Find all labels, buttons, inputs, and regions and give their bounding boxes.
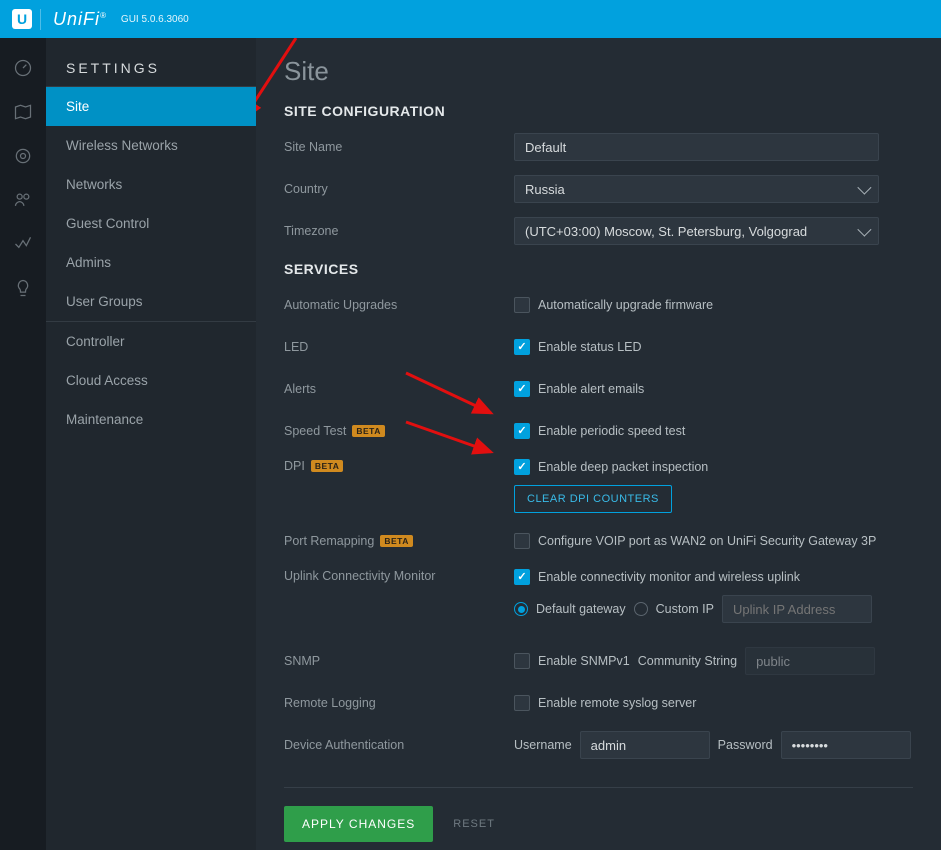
logo-icon: U [12,9,32,29]
radio-custom-ip[interactable] [634,602,648,616]
label-country: Country [284,182,514,196]
sidebar-item-guest[interactable]: Guest Control [46,204,256,243]
clients-icon[interactable] [13,190,33,210]
opt-snmp: Enable SNMPv1 [538,654,630,668]
label-alerts: Alerts [284,382,514,396]
badge-beta: BETA [380,535,413,547]
label-site-name: Site Name [284,140,514,154]
country-select[interactable]: Russia [514,175,879,203]
main-content: Site SITE CONFIGURATION Site Name Countr… [256,38,941,850]
label-timezone: Timezone [284,224,514,238]
timezone-select[interactable]: (UTC+03:00) Moscow, St. Petersburg, Volg… [514,217,879,245]
opt-auto-upgrade: Automatically upgrade firmware [538,298,713,312]
sidebar-item-maintenance[interactable]: Maintenance [46,400,256,439]
checkbox-dpi[interactable] [514,459,530,475]
apply-changes-button[interactable]: APPLY CHANGES [284,806,433,842]
opt-led: Enable status LED [538,340,642,354]
opt-alerts: Enable alert emails [538,382,644,396]
opt-port-remap: Configure VOIP port as WAN2 on UniFi Sec… [538,534,876,548]
label-snmp: SNMP [284,654,514,668]
topbar: U UniFi® GUI 5.0.6.3060 [0,0,941,38]
reset-button[interactable]: RESET [453,818,495,830]
badge-beta: BETA [311,460,344,472]
sidebar-item-wireless[interactable]: Wireless Networks [46,126,256,165]
checkbox-snmp[interactable] [514,653,530,669]
gui-version: GUI 5.0.6.3060 [121,14,189,25]
section-site-config: SITE CONFIGURATION [284,103,913,119]
label-led: LED [284,340,514,354]
label-uplink: Uplink Connectivity Monitor [284,569,514,583]
dashboard-icon[interactable] [13,58,33,78]
checkbox-led[interactable] [514,339,530,355]
sidebar-item-cloud[interactable]: Cloud Access [46,361,256,400]
section-services: SERVICES [284,261,913,277]
stats-icon[interactable] [13,234,33,254]
password-input[interactable] [781,731,911,759]
settings-sidebar: SETTINGS Site Wireless Networks Networks… [46,38,256,850]
sidebar-item-site[interactable]: Site [46,87,256,126]
label-remote-logging: Remote Logging [284,696,514,710]
page-title: Site [284,56,913,87]
checkbox-alerts[interactable] [514,381,530,397]
label-username: Username [514,738,572,752]
opt-custom-ip: Custom IP [656,602,714,616]
uplink-ip-input[interactable] [722,595,872,623]
label-auto-upgrade: Automatic Upgrades [284,298,514,312]
opt-dpi: Enable deep packet inspection [538,460,708,474]
label-device-auth: Device Authentication [284,738,514,752]
chevron-down-icon [857,181,871,195]
chevron-down-icon [857,223,871,237]
username-input[interactable] [580,731,710,759]
label-password: Password [718,738,773,752]
site-name-input[interactable] [514,133,879,161]
map-icon[interactable] [13,102,33,122]
checkbox-port-remap[interactable] [514,533,530,549]
label-dpi: DPIBETA [284,459,514,473]
label-port-remap: Port RemappingBETA [284,534,514,548]
brand-text: UniFi® [40,9,107,30]
sidebar-item-networks[interactable]: Networks [46,165,256,204]
checkbox-speedtest[interactable] [514,423,530,439]
clear-dpi-button[interactable]: CLEAR DPI COUNTERS [514,485,672,513]
opt-default-gw: Default gateway [536,602,626,616]
opt-speedtest: Enable periodic speed test [538,424,685,438]
sidebar-item-admins[interactable]: Admins [46,243,256,282]
community-string-input[interactable] [745,647,875,675]
sidebar-item-controller[interactable]: Controller [46,322,256,361]
devices-icon[interactable] [13,146,33,166]
settings-heading: SETTINGS [46,52,256,87]
insights-icon[interactable] [13,278,33,298]
checkbox-remote-logging[interactable] [514,695,530,711]
opt-remote-logging: Enable remote syslog server [538,696,696,710]
radio-default-gateway[interactable] [514,602,528,616]
opt-uplink: Enable connectivity monitor and wireless… [538,570,800,584]
label-community-string: Community String [638,654,737,668]
icon-rail [0,38,46,850]
label-speedtest: Speed TestBETA [284,424,514,438]
checkbox-auto-upgrade[interactable] [514,297,530,313]
checkbox-uplink[interactable] [514,569,530,585]
sidebar-item-usergroups[interactable]: User Groups [46,282,256,321]
badge-beta: BETA [352,425,385,437]
